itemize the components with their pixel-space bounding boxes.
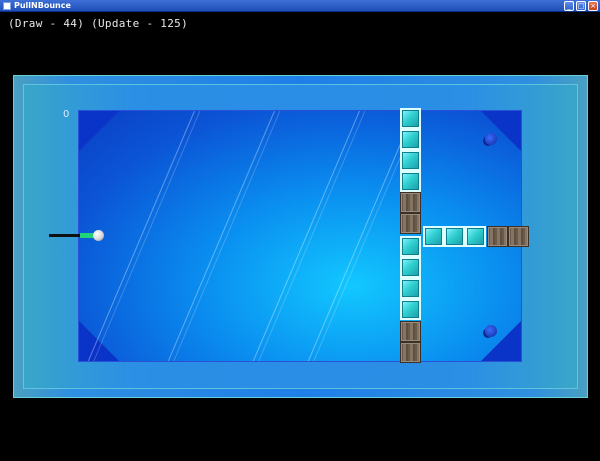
glass-block — [400, 299, 421, 320]
wood-block — [487, 226, 508, 247]
aim-line — [49, 234, 82, 237]
corner-bumper — [79, 111, 119, 151]
glass-block — [400, 150, 421, 171]
close-button[interactable]: × — [588, 1, 598, 11]
glass-block — [465, 226, 486, 247]
debug-stats: (Draw - 44) (Update - 125) — [8, 17, 188, 30]
target-orb — [485, 325, 497, 337]
window-title: PullNBounce — [14, 1, 71, 10]
wood-block — [400, 213, 421, 234]
corner-bumper — [481, 111, 521, 151]
target-orb — [485, 133, 497, 145]
glass-block — [423, 226, 444, 247]
glass-block — [400, 171, 421, 192]
wood-block — [400, 192, 421, 213]
glass-block — [400, 236, 421, 257]
maximize-button[interactable]: □ — [576, 1, 586, 11]
app-icon — [3, 2, 11, 10]
wood-block — [508, 226, 529, 247]
wood-block — [400, 342, 421, 363]
wood-block — [400, 321, 421, 342]
ball[interactable] — [93, 230, 104, 241]
glass-block — [400, 257, 421, 278]
glass-block — [444, 226, 465, 247]
glass-block — [400, 129, 421, 150]
score-counter: 0 — [63, 109, 70, 120]
glass-block — [400, 108, 421, 129]
minimize-button[interactable]: _ — [564, 1, 574, 11]
window-titlebar[interactable]: PullNBounce _ □ × — [0, 0, 600, 12]
glass-block — [400, 278, 421, 299]
